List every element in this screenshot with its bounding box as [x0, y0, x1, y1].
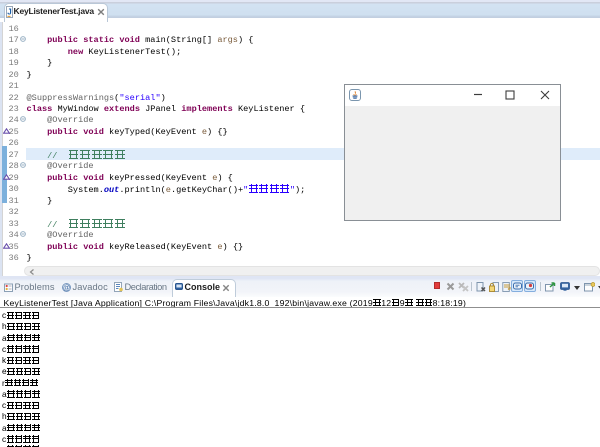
svg-text:J: J	[7, 7, 11, 16]
svg-text:@: @	[62, 285, 69, 292]
